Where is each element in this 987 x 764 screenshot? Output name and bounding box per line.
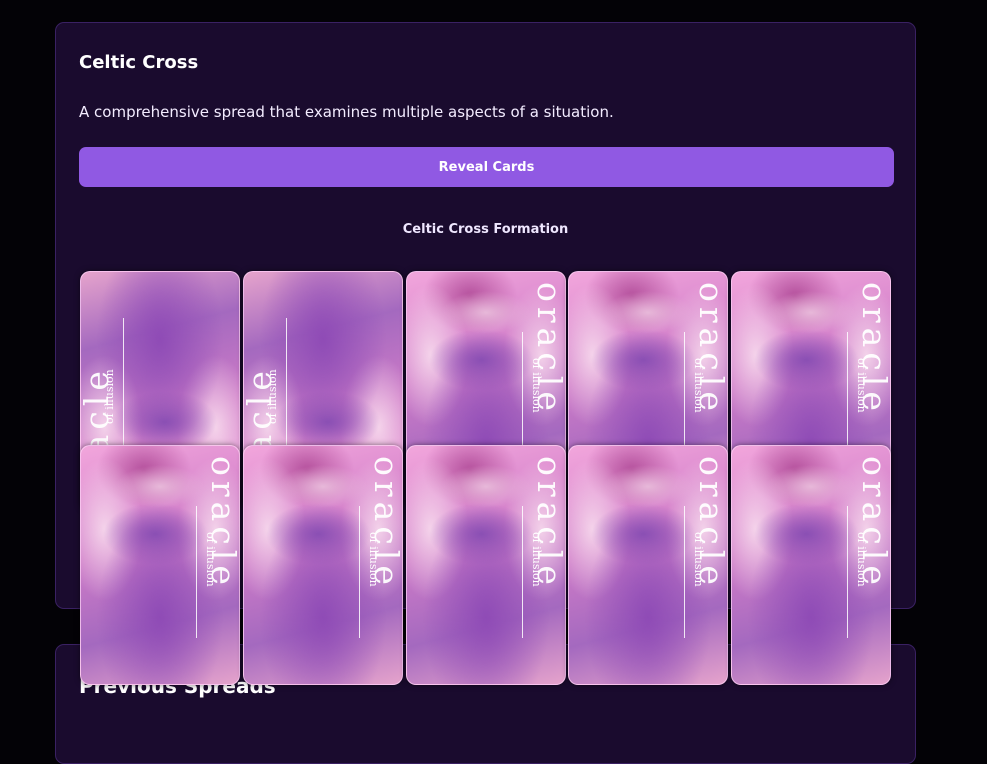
tarot-card[interactable]: of illusion oracle bbox=[568, 445, 728, 685]
card-brand: oracle bbox=[204, 456, 240, 590]
card-divider-line bbox=[123, 318, 124, 450]
card-divider-line bbox=[684, 506, 685, 638]
card-divider-line bbox=[522, 506, 523, 638]
spread-title: Celtic Cross bbox=[79, 52, 199, 73]
tarot-card[interactable]: of illusion oracle bbox=[80, 445, 240, 685]
spread-description: A comprehensive spread that examines mul… bbox=[79, 103, 614, 121]
reveal-cards-button[interactable]: Reveal Cards bbox=[79, 147, 894, 187]
tarot-card[interactable]: of illusion oracle bbox=[731, 445, 891, 685]
card-brand: oracle bbox=[367, 456, 403, 590]
card-divider-line bbox=[359, 506, 360, 638]
card-brand: oracle bbox=[855, 282, 891, 416]
card-brand: oracle bbox=[692, 282, 728, 416]
card-brand: oracle bbox=[530, 282, 566, 416]
card-brand: oracle bbox=[530, 456, 566, 590]
card-brand: oracle bbox=[855, 456, 891, 590]
card-divider-line bbox=[847, 506, 848, 638]
tarot-card[interactable]: of illusion oracle bbox=[243, 445, 403, 685]
card-divider-line bbox=[196, 506, 197, 638]
card-divider-line bbox=[286, 318, 287, 450]
formation-title: Celtic Cross Formation bbox=[402, 222, 569, 237]
tarot-card[interactable]: of illusion oracle bbox=[406, 445, 566, 685]
card-brand: oracle bbox=[692, 456, 728, 590]
